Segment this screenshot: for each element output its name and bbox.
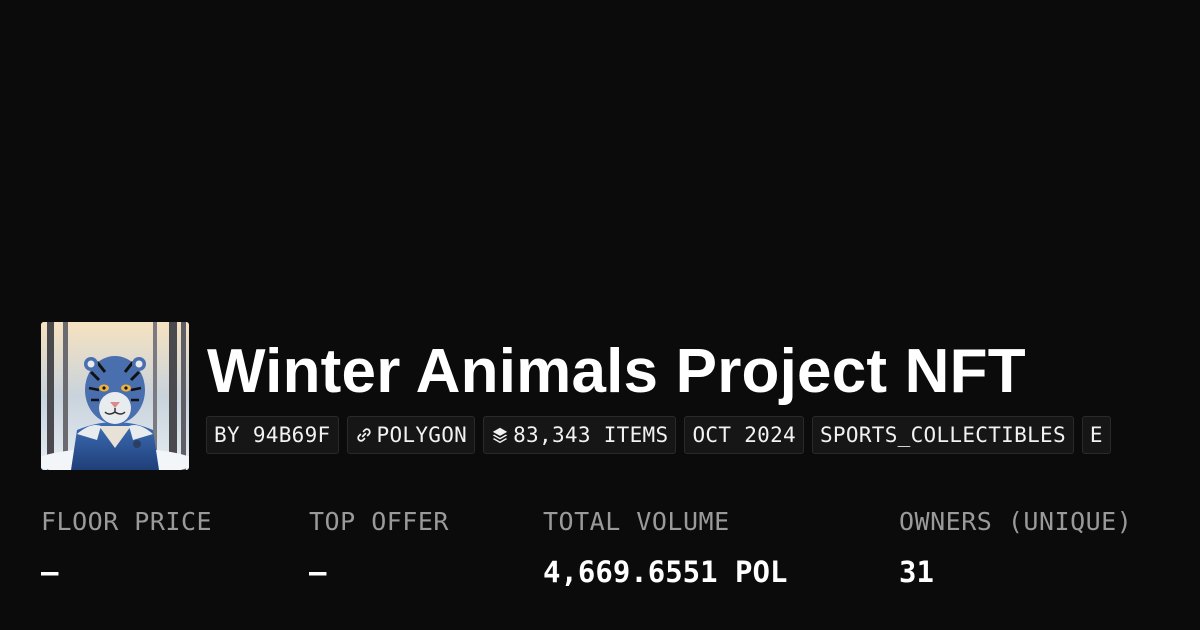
category-chip[interactable]: SPORTS_COLLECTIBLES	[811, 416, 1074, 454]
owners-label: OWNERS (UNIQUE)	[899, 507, 1133, 536]
items-chip[interactable]: 83,343 ITEMS	[483, 416, 677, 454]
top-offer-value: —	[309, 555, 327, 589]
floor-price-label: FLOOR PRICE	[41, 507, 213, 536]
floor-price-stat: FLOOR PRICE —	[41, 505, 212, 589]
overflow-chip[interactable]: E	[1081, 416, 1111, 454]
owners-stat: OWNERS (UNIQUE) 31	[899, 505, 1132, 589]
creator-label: BY 94B69F	[214, 423, 331, 447]
top-offer-label: TOP OFFER	[309, 507, 449, 536]
owners-value: 31	[899, 555, 934, 589]
floor-price-value: —	[41, 555, 59, 589]
tiger-avatar-image	[41, 322, 189, 470]
top-offer-stat: TOP OFFER —	[309, 505, 449, 589]
creator-chip[interactable]: BY 94B69F	[206, 416, 339, 454]
total-volume-stat: TOTAL VOLUME 4,669.6551 POL	[543, 505, 787, 589]
date-label: OCT 2024	[692, 423, 796, 447]
link-icon	[355, 426, 373, 444]
chain-label: POLYGON	[376, 423, 468, 447]
collection-share-card: Winter Animals Project NFT BY 94B69F POL…	[0, 0, 1200, 630]
date-chip: OCT 2024	[684, 416, 804, 454]
total-volume-value: 4,669.6551 POL	[543, 555, 788, 589]
category-label: SPORTS_COLLECTIBLES	[819, 423, 1066, 447]
layers-icon	[491, 426, 509, 444]
items-label: 83,343 ITEMS	[513, 423, 669, 447]
collection-title: Winter Animals Project NFT	[207, 337, 1026, 406]
overflow-label: E	[1089, 423, 1103, 447]
total-volume-label: TOTAL VOLUME	[543, 507, 730, 536]
chain-chip[interactable]: POLYGON	[346, 416, 476, 454]
collection-meta-chips: BY 94B69F POLYGON 83,343 ITEMS OCT 2024 …	[206, 416, 1111, 454]
collection-avatar	[41, 322, 189, 470]
